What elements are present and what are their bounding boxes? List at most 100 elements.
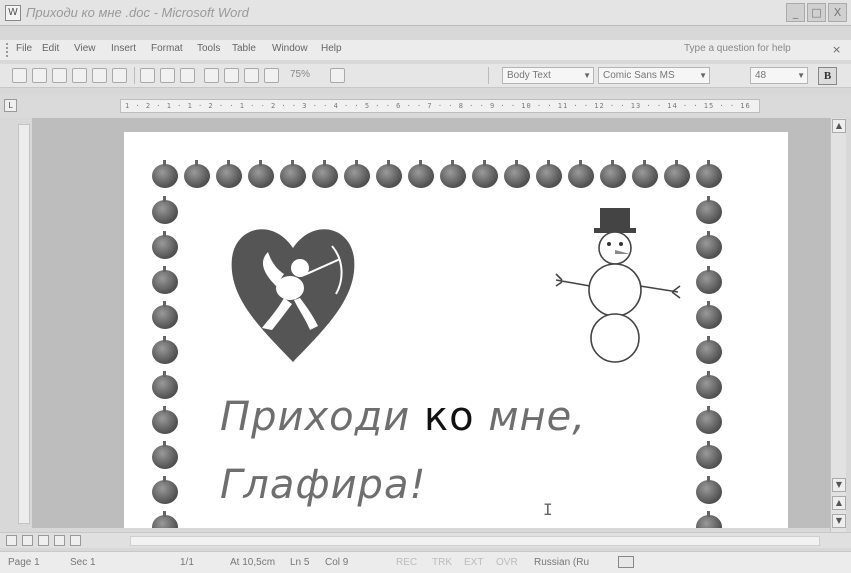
border-ornament [248,160,274,188]
border-ornament [696,476,722,504]
menu-help[interactable]: Help [321,43,342,54]
border-ornament [472,160,498,188]
maximize-button[interactable]: □ [807,3,826,22]
menu-window[interactable]: Window [272,43,308,54]
status-rec[interactable]: REC [396,557,417,568]
save-icon[interactable] [52,68,67,83]
menu-table[interactable]: Table [232,43,256,54]
border-ornament [312,160,338,188]
menu-view[interactable]: View [74,43,96,54]
grip-icon [6,43,10,57]
help-search-input[interactable]: Type a question for help [676,42,824,57]
menu-format[interactable]: Format [151,43,183,54]
border-ornament [152,301,178,329]
hyperlink-icon[interactable] [204,68,219,83]
document-workspace: Приходи ко мне, Глафира! [32,118,830,528]
status-ovr[interactable]: OVR [496,557,518,568]
greeting-line-1[interactable]: Приходи ко мне, [220,394,586,440]
border-ornament [696,160,722,188]
border-ornament [152,160,178,188]
style-value: Body Text [507,70,551,81]
toolbar-separator [488,67,489,84]
open-icon[interactable] [32,68,47,83]
border-ornament [632,160,658,188]
bold-button[interactable]: B [818,67,837,85]
menu-tools[interactable]: Tools [197,43,220,54]
scroll-down-icon[interactable]: ▼ [832,478,846,492]
tab-stop-selector[interactable]: L [4,99,17,112]
horizontal-ruler[interactable]: 1 · 2 · 1 · 1 · 2 · · 1 · · 2 · · 3 · · … [120,99,760,113]
border-ornament [568,160,594,188]
table-icon[interactable] [224,68,239,83]
paste-icon[interactable] [140,68,155,83]
previous-page-icon[interactable]: ▲ [832,496,846,510]
title-bar: W Приходи ко мне .doc - Microsoft Word _… [0,0,851,26]
scroll-up-icon[interactable]: ▲ [832,119,846,133]
border-ornament [440,160,466,188]
status-trk[interactable]: TRK [432,557,452,568]
font-select[interactable]: Comic Sans MS ▼ [598,67,710,84]
zoom-dropdown-icon[interactable] [330,68,345,83]
new-icon[interactable] [12,68,27,83]
close-document-button[interactable]: × [832,43,841,56]
border-ornament [696,301,722,329]
border-ornament [664,160,690,188]
view-bar [0,532,851,548]
word-app-icon[interactable]: W [5,5,21,21]
permission-icon[interactable] [72,68,87,83]
border-ornament [152,371,178,399]
word-window: W Приходи ко мне .doc - Microsoft Word _… [0,0,851,573]
border-ornament [696,511,722,528]
status-language: Russian (Ru [534,557,590,568]
border-ornament [376,160,402,188]
greeting-word-1: Приходи [220,394,411,440]
ruler-row: L 1 · 2 · 1 · 1 · 2 · · 1 · · 2 · · 3 · … [0,95,851,117]
document-page[interactable]: Приходи ко мне, Глафира! [124,132,788,528]
zoom-value[interactable]: 75% [290,69,310,80]
minimize-button[interactable]: _ [786,3,805,22]
web-view-icon[interactable] [22,535,33,546]
border-ornament [696,406,722,434]
close-button[interactable]: X [828,3,847,22]
heart-cupid-icon [231,229,355,362]
next-page-icon[interactable]: ▼ [832,514,846,528]
print-preview-icon[interactable] [112,68,127,83]
border-ornament [152,231,178,259]
chevron-down-icon: ▼ [797,71,805,80]
print-icon[interactable] [92,68,107,83]
font-size-select[interactable]: 48 ▼ [750,67,808,84]
greeting-word-2: ко [423,394,475,440]
border-ornament [152,476,178,504]
border-ornament [696,231,722,259]
spell-check-icon[interactable] [618,556,634,568]
menu-insert[interactable]: Insert [111,43,136,54]
font-size-value: 48 [755,70,767,81]
normal-view-icon[interactable] [6,535,17,546]
border-ornament [600,160,626,188]
formatting-toolbar: 75% Body Text ▼ Comic Sans MS ▼ 48 ▼ B [0,64,851,88]
border-ornament [152,196,178,224]
toolbar-separator [134,67,135,84]
border-ornament [184,160,210,188]
status-ext[interactable]: EXT [464,557,483,568]
pilcrow-icon[interactable] [264,68,279,83]
menu-edit[interactable]: Edit [42,43,59,54]
border-ornament [216,160,242,188]
print-layout-icon[interactable] [38,535,49,546]
menu-file[interactable]: File [16,43,32,54]
greeting-line-2[interactable]: Глафира! [220,462,427,508]
snowman-icon [555,208,681,363]
redo-icon[interactable] [180,68,195,83]
border-ornament [504,160,530,188]
status-line: Ln 5 [290,557,310,568]
columns-icon[interactable] [244,68,259,83]
style-select[interactable]: Body Text ▼ [502,67,594,84]
border-ornament [696,371,722,399]
vertical-scrollbar[interactable]: ▲ ▼ ▲ ▼ [830,118,846,532]
horizontal-scrollbar[interactable] [130,536,820,546]
undo-icon[interactable] [160,68,175,83]
reading-view-icon[interactable] [70,535,81,546]
border-ornament [280,160,306,188]
cursor-ibeam-icon: I [543,500,553,519]
outline-view-icon[interactable] [54,535,65,546]
